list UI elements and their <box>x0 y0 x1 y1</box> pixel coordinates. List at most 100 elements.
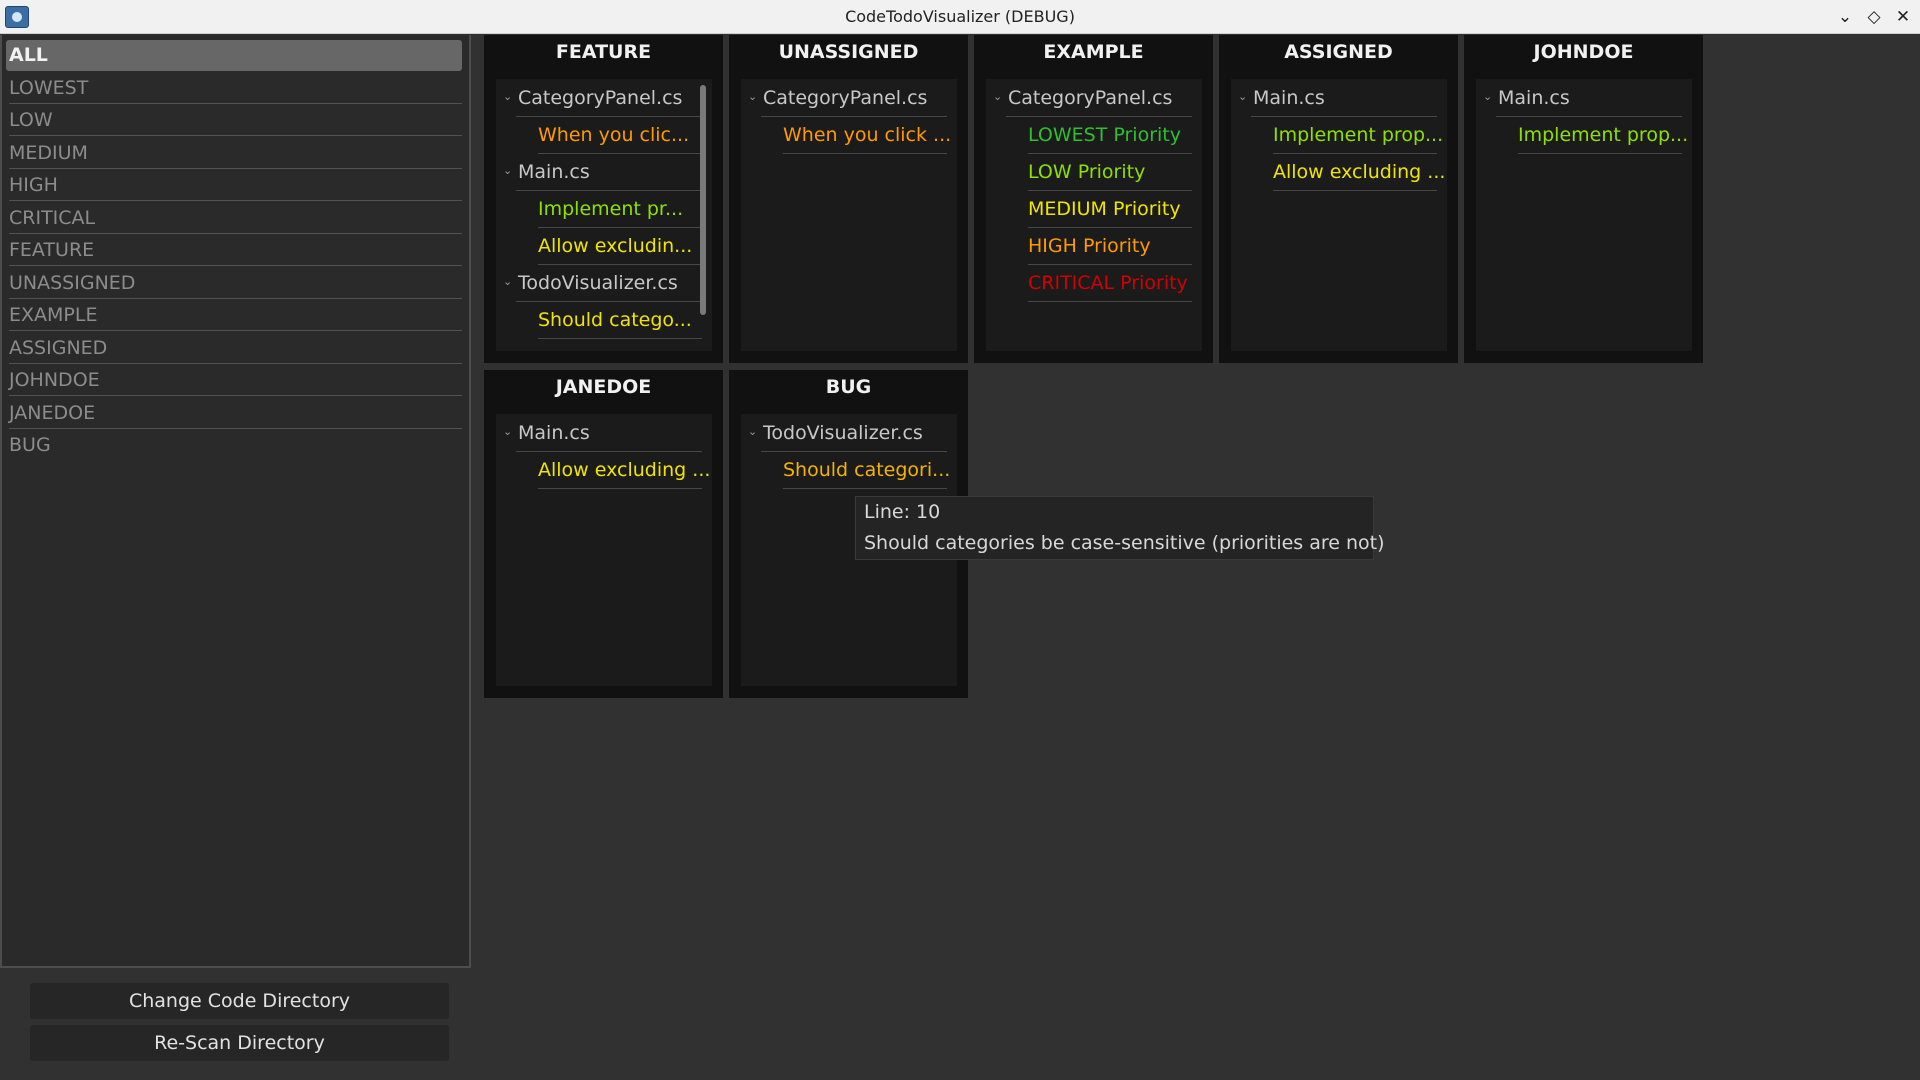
panel-title: ASSIGNED <box>1284 41 1393 63</box>
todo-item[interactable]: Implement prop... <box>1231 117 1444 154</box>
divider <box>783 153 947 154</box>
todo-tree[interactable]: ⌄ CategoryPanel.cs LOWEST Priority LOW P… <box>986 79 1202 351</box>
divider <box>1273 190 1437 191</box>
todo-label: Should categori... <box>783 459 951 481</box>
file-label: Main.cs <box>518 422 590 444</box>
todo-tree[interactable]: ⌄ CategoryPanel.cs When you clic... ⌄ Ma… <box>496 79 712 351</box>
title-bar: CodeTodoVisualizer (DEBUG) ⌄ ◇ ✕ <box>0 0 1920 34</box>
todo-label: Allow excluding ... <box>538 459 711 481</box>
category-panel-janedoe: JANEDOE ⌄ Main.cs Allow excluding ... <box>484 370 723 698</box>
category-item-example[interactable]: EXAMPLE <box>6 300 462 331</box>
todo-item[interactable]: LOWEST Priority <box>986 117 1196 154</box>
todo-item[interactable]: Should categori... <box>741 452 951 489</box>
todo-item[interactable]: Allow excluding ... <box>1231 154 1445 191</box>
panel-title: FEATURE <box>555 41 652 63</box>
todo-item[interactable]: Implement pr... <box>496 191 706 228</box>
category-panel-unassigned: UNASSIGNED ⌄ CategoryPanel.cs When you c… <box>729 35 968 363</box>
category-item-assigned[interactable]: ASSIGNED <box>6 333 462 364</box>
category-item-feature[interactable]: FEATURE <box>6 235 462 266</box>
diamond-icon: ◇ <box>1867 7 1881 27</box>
file-label: TodoVisualizer.cs <box>518 272 678 294</box>
divider <box>1518 153 1682 154</box>
chevron-down-icon[interactable]: ⌄ <box>748 426 758 437</box>
category-item-medium[interactable]: MEDIUM <box>6 138 462 169</box>
panel-title: JOHNDOE <box>1533 41 1634 63</box>
todo-item[interactable]: Allow excluding ... <box>496 452 710 489</box>
category-item-johndoe[interactable]: JOHNDOE <box>6 365 462 396</box>
file-node[interactable]: ⌄ CategoryPanel.cs <box>496 80 706 117</box>
todo-item[interactable]: Allow excludin... <box>496 228 706 265</box>
file-node[interactable]: ⌄ TodoVisualizer.cs <box>496 265 706 302</box>
todo-item[interactable]: Implement prop... <box>1476 117 1688 154</box>
category-item-high[interactable]: HIGH <box>6 170 462 201</box>
file-node[interactable]: ⌄ CategoryPanel.cs <box>986 80 1196 117</box>
category-panel-assigned: ASSIGNED ⌄ Main.cs Implement prop... All… <box>1219 35 1458 363</box>
file-node[interactable]: ⌄ Main.cs <box>1476 80 1686 117</box>
todo-item[interactable]: LOW Priority <box>986 154 1196 191</box>
category-item-all[interactable]: ALL <box>6 40 462 71</box>
todo-item[interactable]: MEDIUM Priority <box>986 191 1196 228</box>
todo-tree[interactable]: ⌄ CategoryPanel.cs When you click ... <box>741 79 957 351</box>
tooltip-line: Line: 10 <box>864 501 941 523</box>
chevron-down-icon[interactable]: ⌄ <box>748 91 758 102</box>
todo-tree[interactable]: ⌄ Main.cs Allow excluding ... <box>496 414 712 686</box>
chevron-down-icon: ⌄ <box>1837 7 1853 27</box>
file-label: Main.cs <box>1253 87 1325 109</box>
category-item-janedoe[interactable]: JANEDOE <box>6 398 462 429</box>
todo-tooltip: Line: 10 Should categories be case-sensi… <box>855 496 1385 560</box>
file-label: Main.cs <box>518 161 590 183</box>
divider <box>783 488 947 489</box>
category-item-lowest[interactable]: LOWEST <box>6 73 462 104</box>
chevron-down-icon[interactable]: ⌄ <box>1238 91 1248 102</box>
todo-item[interactable]: When you click ... <box>741 117 951 154</box>
divider <box>538 488 702 489</box>
close-icon: ✕ <box>1895 7 1911 27</box>
todo-label: When you clic... <box>538 124 690 146</box>
file-node[interactable]: ⌄ Main.cs <box>1231 80 1441 117</box>
rescan-directory-button[interactable]: Re-Scan Directory <box>30 1025 449 1061</box>
file-node[interactable]: ⌄ Main.cs <box>496 415 706 452</box>
chevron-down-icon[interactable]: ⌄ <box>503 91 513 102</box>
file-label: CategoryPanel.cs <box>763 87 928 109</box>
category-item-unassigned[interactable]: UNASSIGNED <box>6 268 462 299</box>
todo-label: MEDIUM Priority <box>1028 198 1181 220</box>
file-label: Main.cs <box>1498 87 1570 109</box>
todo-label: Implement pr... <box>538 198 684 220</box>
chevron-down-icon[interactable]: ⌄ <box>993 91 1003 102</box>
minimize-button[interactable]: ⌄ <box>1832 4 1858 30</box>
chevron-down-icon[interactable]: ⌄ <box>1483 91 1493 102</box>
chevron-down-icon[interactable]: ⌄ <box>503 426 513 437</box>
todo-label: Should catego... <box>538 309 692 331</box>
maximize-button[interactable]: ◇ <box>1861 4 1887 30</box>
todo-label: Allow excludin... <box>538 235 693 257</box>
todo-item[interactable]: Should catego... <box>496 302 706 339</box>
todo-label: LOW Priority <box>1028 161 1146 183</box>
panel-title: BUG <box>825 376 872 398</box>
file-node[interactable]: ⌄ TodoVisualizer.cs <box>741 415 951 452</box>
tooltip-text: Should categories be case-sensitive (pri… <box>864 532 1385 554</box>
chevron-down-icon[interactable]: ⌄ <box>503 276 513 287</box>
window-title: CodeTodoVisualizer (DEBUG) <box>845 7 1075 26</box>
todo-item[interactable]: CRITICAL Priority <box>986 265 1196 302</box>
change-code-directory-button[interactable]: Change Code Directory <box>30 983 449 1019</box>
scrollbar-thumb[interactable] <box>700 85 706 315</box>
chevron-down-icon[interactable]: ⌄ <box>503 165 513 176</box>
panel-title: EXAMPLE <box>1043 41 1144 63</box>
panel-title: JANEDOE <box>555 376 652 398</box>
todo-tree[interactable]: ⌄ Main.cs Implement prop... Allow exclud… <box>1231 79 1447 351</box>
todo-label: When you click ... <box>783 124 952 146</box>
file-node[interactable]: ⌄ Main.cs <box>496 154 706 191</box>
category-item-critical[interactable]: CRITICAL <box>6 203 462 234</box>
todo-tree[interactable]: ⌄ Main.cs Implement prop... <box>1476 79 1692 351</box>
close-button[interactable]: ✕ <box>1890 4 1916 30</box>
todo-item[interactable]: When you clic... <box>496 117 706 154</box>
file-node[interactable]: ⌄ CategoryPanel.cs <box>741 80 951 117</box>
category-item-bug[interactable]: BUG <box>6 430 462 461</box>
category-sidebar: ALL LOWEST LOW MEDIUM HIGH CRITICAL FEAT… <box>0 35 471 968</box>
todo-label: Implement prop... <box>1273 124 1444 146</box>
category-item-low[interactable]: LOW <box>6 105 462 136</box>
todo-label: HIGH Priority <box>1028 235 1151 257</box>
todo-item[interactable]: HIGH Priority <box>986 228 1196 265</box>
category-panel-johndoe: JOHNDOE ⌄ Main.cs Implement prop... <box>1464 35 1703 363</box>
file-label: CategoryPanel.cs <box>518 87 683 109</box>
